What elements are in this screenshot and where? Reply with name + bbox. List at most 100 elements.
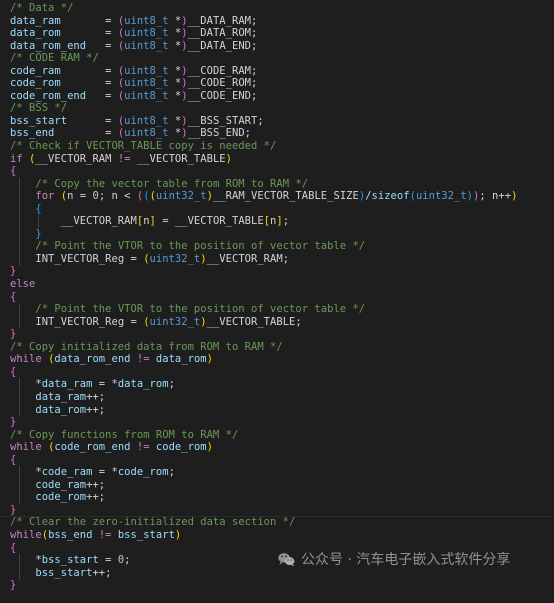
code-token: }	[35, 227, 42, 240]
code-line[interactable]: INT_VECTOR_Reg = (uint32_t)__VECTOR_RAM;	[0, 252, 554, 266]
code-token: while	[10, 528, 42, 541]
code-line[interactable]: /* Copy initialized data from ROM to RAM…	[0, 341, 554, 354]
code-token: /* Point the VTOR to the position of vec…	[35, 240, 366, 253]
code-line[interactable]: code_ram = (uint8_t *)__CODE_RAM;	[0, 65, 554, 78]
code-line[interactable]: data_rom = (uint8_t *)__DATA_ROM;	[0, 27, 554, 40]
code-line[interactable]: code_rom_end = (uint8_t *)__CODE_END;	[0, 90, 554, 103]
code-line[interactable]: *code_ram = *code_rom;	[0, 466, 554, 480]
code-token: data_rom_end	[10, 39, 87, 52]
code-line[interactable]: data_rom_end = (uint8_t *)__DATA_END;	[0, 40, 554, 53]
code-line[interactable]: bss_end = (uint8_t *)__BSS_END;	[0, 127, 554, 140]
code-line[interactable]: {	[0, 165, 554, 178]
code-token: =	[86, 39, 118, 52]
code-token: )	[174, 528, 182, 541]
indent-guide	[19, 491, 20, 505]
code-token: ; n++	[479, 190, 512, 203]
code-line[interactable]: data_ram++;	[0, 390, 554, 404]
code-line[interactable]: *data_ram = *data_rom;	[0, 378, 554, 392]
code-token: for	[35, 190, 55, 203]
code-line[interactable]: bss_start++;	[0, 566, 554, 580]
code-token: uint32_t	[149, 315, 201, 328]
code-token: INT_VECTOR_Reg =	[35, 252, 144, 265]
code-line[interactable]: /* Copy functions from ROM to RAM */	[0, 429, 554, 442]
code-line[interactable]: }	[0, 328, 554, 341]
code-line[interactable]: else	[0, 278, 554, 291]
code-line[interactable]: /* Point the VTOR to the position of vec…	[0, 303, 554, 317]
code-line[interactable]: }	[0, 265, 554, 278]
code-line[interactable]: code_ram++;	[0, 478, 554, 492]
code-editor[interactable]: /* Data */data_ram = (uint8_t *)__DATA_R…	[0, 0, 554, 603]
code-token: =	[54, 127, 118, 140]
code-line[interactable]: }	[0, 504, 554, 517]
code-token: !=	[136, 441, 150, 454]
code-line[interactable]: data_rom++;	[0, 403, 554, 417]
code-line[interactable]: {	[0, 366, 554, 379]
code-token: /* Copy the vector table from ROM to RAM…	[35, 177, 309, 190]
indent-guide	[19, 315, 20, 329]
code-line[interactable]: /* BSS */	[0, 102, 554, 115]
code-token: code_rom	[35, 491, 87, 504]
code-line[interactable]: while (code_rom_end != code_rom)	[0, 441, 554, 454]
code-line[interactable]: if (__VECTOR_RAM != __VECTOR_TABLE)	[0, 153, 554, 166]
code-token: = *	[92, 378, 118, 391]
code-token: __VECTOR_RAM	[35, 152, 118, 165]
code-line[interactable]: INT_VECTOR_Reg = (uint32_t)__VECTOR_TABL…	[0, 315, 554, 329]
code-line[interactable]: *bss_start = 0;	[0, 554, 554, 568]
code-token: =	[98, 554, 118, 567]
code-line[interactable]: {	[0, 202, 554, 216]
code-line[interactable]: /* Copy the vector table from ROM to RAM…	[0, 177, 554, 191]
code-token: code_ram	[10, 64, 61, 77]
code-line[interactable]: /* Point the VTOR to the position of vec…	[0, 240, 554, 254]
code-content[interactable]: /* Data */data_ram = (uint8_t *)__DATA_R…	[0, 2, 554, 592]
code-token: bss_end	[10, 127, 55, 140]
code-token: }	[10, 503, 17, 516]
code-line[interactable]: {	[0, 291, 554, 304]
code-token: uint8_t	[124, 64, 169, 77]
code-token: {	[10, 365, 17, 378]
code-line[interactable]: data_ram = (uint8_t *)__DATA_RAM;	[0, 15, 554, 28]
code-line[interactable]: code_rom++;	[0, 491, 554, 505]
code-token: ;	[168, 378, 175, 391]
code-line[interactable]: code_rom = (uint8_t *)__CODE_ROM;	[0, 77, 554, 90]
code-line[interactable]: /* Data */	[0, 2, 554, 15]
code-token: }	[10, 416, 17, 429]
code-line[interactable]: while(bss_end != bss_start)	[0, 529, 554, 542]
code-line[interactable]: {	[0, 454, 554, 467]
code-token: /* CODE RAM */	[10, 52, 99, 65]
indent-guide	[19, 466, 20, 480]
code-token: __VECTOR_RAM	[60, 215, 137, 228]
indent-guide	[19, 177, 20, 191]
code-line[interactable]: {	[0, 542, 554, 555]
indent-guide	[19, 190, 20, 204]
code-line[interactable]: while (data_rom_end != data_rom)	[0, 353, 554, 366]
code-token: __VECTOR_TABLE;	[206, 315, 302, 328]
code-token: ++;	[86, 478, 106, 491]
code-token: )	[225, 152, 232, 165]
code-token: /* Point the VTOR to the position of vec…	[35, 303, 366, 316]
code-line[interactable]: }	[0, 227, 554, 241]
code-token: data_rom	[117, 378, 169, 391]
code-token: INT_VECTOR_Reg =	[35, 315, 144, 328]
code-line[interactable]: /* Clear the zero-initialized data secti…	[0, 516, 554, 529]
code-line[interactable]: __VECTOR_RAM[n] = __VECTOR_TABLE[n];	[0, 215, 554, 229]
code-token: =	[60, 14, 118, 27]
code-token: *	[168, 127, 182, 140]
code-token: code_rom	[155, 441, 207, 454]
code-line[interactable]: }	[0, 579, 554, 592]
code-line[interactable]: for (n = 0; n < (((uint32_t)__RAM_VECTOR…	[0, 190, 554, 204]
code-line[interactable]: /* Check if VECTOR_TABLE copy is needed …	[0, 140, 554, 153]
code-token: *	[168, 89, 182, 102]
code-token: sizeof	[371, 190, 410, 203]
code-line[interactable]: bss_start = (uint8_t *)__BSS_START;	[0, 115, 554, 128]
code-token: uint8_t	[124, 114, 169, 127]
code-token: uint8_t	[124, 77, 169, 90]
code-line[interactable]: }	[0, 416, 554, 429]
code-line[interactable]: /* CODE RAM */	[0, 52, 554, 65]
code-token: =	[60, 27, 118, 40]
code-token: }	[10, 265, 17, 278]
